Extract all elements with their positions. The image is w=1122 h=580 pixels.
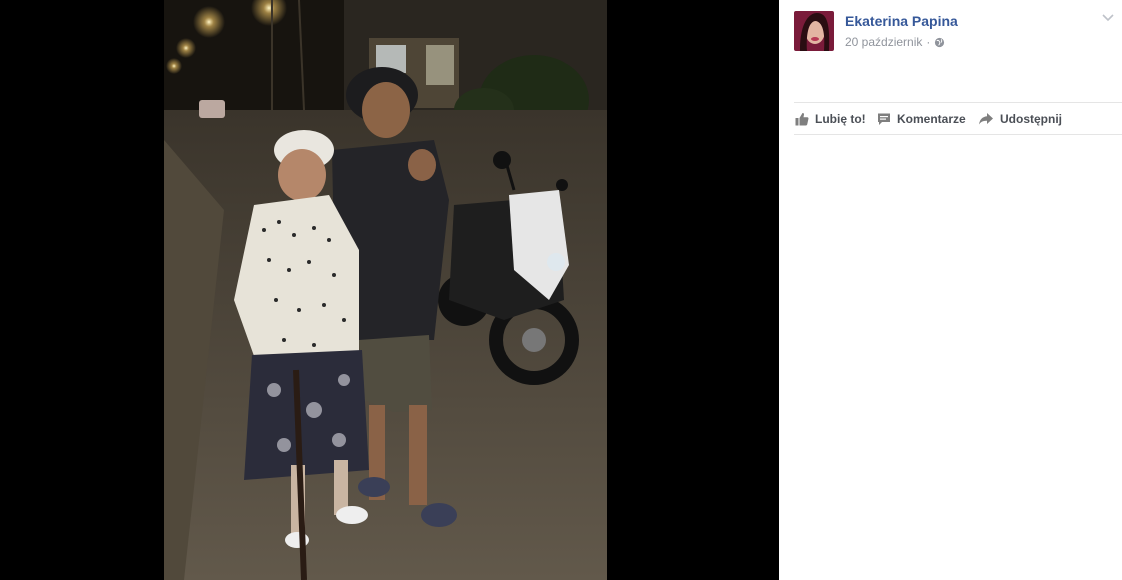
post-date[interactable]: 20 październik (845, 35, 922, 49)
photo-scene (164, 0, 607, 580)
avatar[interactable] (794, 11, 834, 51)
post-photo[interactable] (164, 0, 607, 580)
like-label: Lubię to! (815, 111, 866, 126)
like-button[interactable]: Lubię to! (795, 103, 866, 134)
share-label: Udostępnij (1000, 111, 1062, 126)
post-meta: 20 październik · (845, 35, 945, 49)
post-author-link[interactable]: Ekaterina Papina (845, 13, 958, 29)
comment-button[interactable]: Komentarze (877, 103, 966, 134)
share-button[interactable]: Udostępnij (978, 103, 1062, 134)
photo-viewer-stage (0, 0, 779, 580)
comment-icon (878, 113, 890, 125)
post-side-panel: Ekaterina Papina 20 październik · Lubię … (779, 0, 1122, 580)
share-icon (979, 112, 993, 124)
comment-label: Komentarze (897, 111, 966, 126)
avatar-image (794, 11, 834, 51)
chevron-down-icon[interactable] (1102, 13, 1114, 23)
globe-icon[interactable] (934, 37, 945, 48)
thumbs-up-icon (795, 112, 809, 125)
post-actions-bar: Lubię to! Komentarze Udostępnij (794, 102, 1122, 135)
meta-separator: · (926, 35, 931, 49)
